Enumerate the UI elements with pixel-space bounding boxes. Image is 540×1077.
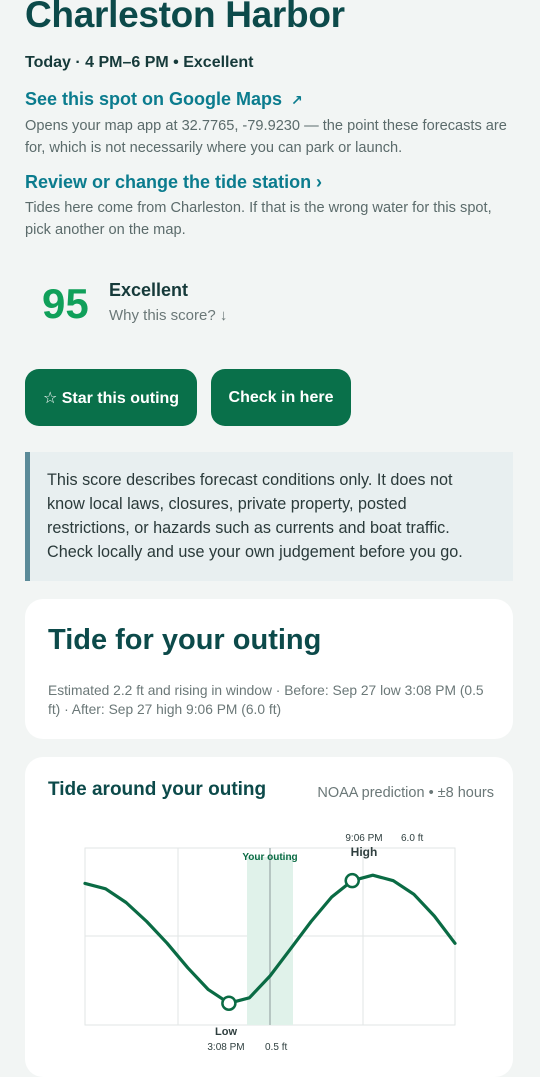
low-label: Low bbox=[215, 1026, 237, 1038]
tide-chart-card: Tide around your outing NOAA prediction … bbox=[25, 757, 513, 1077]
google-maps-link-label: See this spot on Google Maps bbox=[25, 89, 283, 109]
why-score-link[interactable]: Why this score? ↓ bbox=[109, 307, 227, 324]
score-label: Excellent bbox=[109, 280, 189, 300]
google-maps-link[interactable]: See this spot on Google Maps ↗ bbox=[25, 89, 303, 110]
maps-note: Opens your map app at 32.7765, -79.9230 … bbox=[25, 118, 507, 156]
high-time: 9:06 PM bbox=[345, 833, 382, 844]
check-in-button[interactable]: Check in here bbox=[211, 369, 351, 426]
tide-summary-title: Tide for your outing bbox=[48, 624, 322, 656]
outing-window-label: Your outing bbox=[242, 852, 297, 863]
high-value: 6.0 ft bbox=[401, 833, 423, 844]
low-value: 0.5 ft bbox=[265, 1042, 287, 1053]
low-tide-marker bbox=[221, 995, 237, 1011]
tide-chart: Your outing High 9:06 PM 6.0 ft Low 3:08… bbox=[83, 833, 457, 1053]
star-outing-button[interactable]: ☆ Star this outing bbox=[25, 369, 197, 426]
tide-station-note: Tides here come from Charleston. If that… bbox=[25, 200, 492, 238]
tide-summary-card: Tide for your outing Estimated 2.2 ft an… bbox=[25, 599, 513, 739]
tide-station-link[interactable]: Review or change the tide station › bbox=[25, 172, 322, 193]
outing-summary: Today · 4 PM–6 PM • Excellent bbox=[25, 54, 254, 71]
high-tide-marker bbox=[344, 872, 360, 889]
tide-summary-text: Estimated 2.2 ft and rising in window · … bbox=[48, 683, 484, 717]
external-arrow-icon: ↗ bbox=[291, 92, 303, 108]
high-label: High bbox=[351, 845, 378, 859]
disclaimer-box: This score describes forecast conditions… bbox=[25, 452, 513, 581]
page-title: Charleston Harbor bbox=[25, 0, 345, 35]
low-time: 3:08 PM bbox=[207, 1042, 244, 1053]
score-value: 95 bbox=[42, 280, 89, 327]
